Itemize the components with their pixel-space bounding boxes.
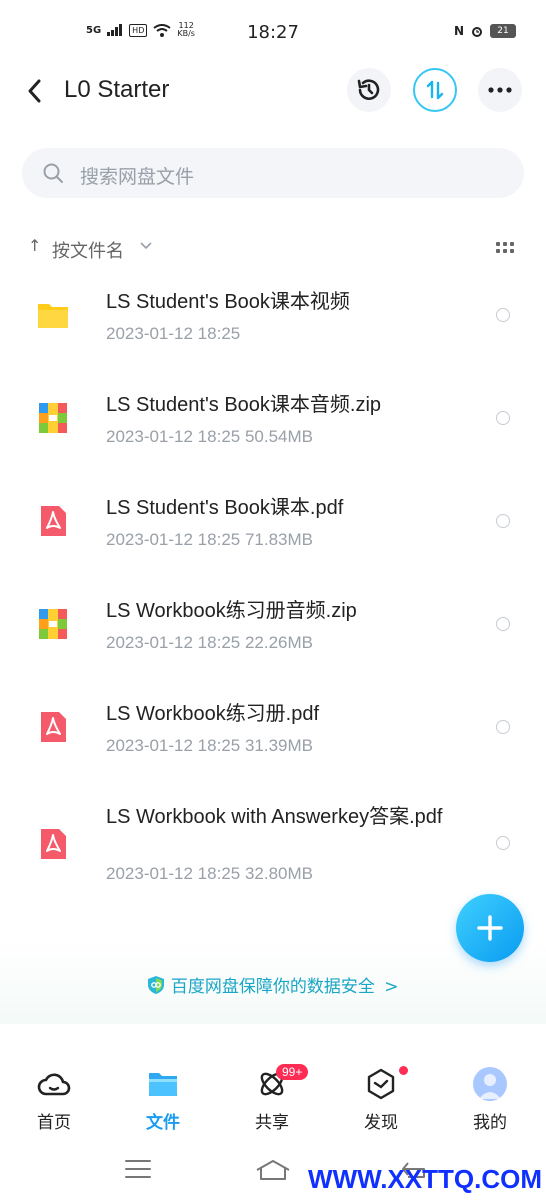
tab-label: 文件 — [146, 1113, 180, 1133]
search-placeholder: 搜索网盘文件 — [80, 166, 195, 188]
sort-bar: ↑ 按文件名 — [0, 232, 546, 264]
file-name: LS Student's Book课本音频.zip — [106, 394, 382, 416]
pdf-icon — [41, 829, 66, 859]
transfer-button[interactable] — [413, 68, 457, 112]
file-name: LS Workbook练习册音频.zip — [106, 600, 357, 622]
tab-label: 共享 — [255, 1113, 289, 1133]
file-meta: 2023-01-12 18:25 22.26MB — [106, 633, 313, 652]
zip-icon — [39, 609, 67, 639]
notification-badge: 99+ — [276, 1064, 309, 1080]
alarm-icon — [472, 27, 482, 37]
watermark: WWW.XXTTQ.COM — [308, 1164, 542, 1194]
chevron-right-icon: > — [384, 977, 399, 997]
history-button[interactable] — [347, 68, 391, 112]
header: L0 Starter — [0, 64, 546, 124]
file-row[interactable]: LS Workbook练习册音频.zip 2023-01-12 18:25 22… — [0, 579, 546, 675]
select-checkbox[interactable] — [496, 617, 510, 631]
file-meta: 2023-01-12 18:25 50.54MB — [106, 427, 313, 446]
file-row[interactable]: LS Workbook练习册.pdf 2023-01-12 18:25 31.3… — [0, 682, 546, 778]
add-button[interactable] — [456, 894, 524, 962]
tab-share[interactable]: 共享 99+ — [232, 1064, 312, 1133]
file-row[interactable]: LS Workbook with Answerkey答案.pdf 2023-01… — [0, 785, 546, 905]
tab-label: 发现 — [364, 1113, 398, 1133]
nfc-icon: N — [453, 24, 464, 38]
search-input[interactable]: 搜索网盘文件 — [22, 148, 524, 198]
transfer-icon — [426, 80, 444, 100]
tab-me[interactable]: 我的 — [450, 1066, 530, 1133]
home-icon[interactable] — [254, 1158, 292, 1182]
notification-dot — [399, 1066, 408, 1075]
tab-bar: 首页 文件 共享 99+ 发现 我的 — [0, 1044, 546, 1144]
select-checkbox[interactable] — [496, 411, 510, 425]
avatar-icon — [473, 1067, 507, 1101]
sort-arrow-icon[interactable]: ↑ — [28, 236, 41, 255]
back-button[interactable] — [20, 76, 50, 106]
file-row[interactable]: LS Student's Book课本.pdf 2023-01-12 18:25… — [0, 476, 546, 572]
file-meta: 2023-01-12 18:25 — [106, 324, 241, 343]
select-checkbox[interactable] — [496, 514, 510, 528]
history-icon — [357, 79, 380, 100]
page-title: L0 Starter — [64, 76, 170, 103]
chevron-left-icon — [28, 79, 41, 103]
security-text-wrap: 百度网盘保障你的数据安全 > — [0, 972, 546, 997]
battery-icon: 21 — [490, 24, 516, 38]
tab-discover[interactable]: 发现 — [341, 1066, 421, 1133]
status-bar: 5G HD 112 KB/s 18:27 N 21 — [0, 0, 546, 64]
file-meta: 2023-01-12 18:25 31.39MB — [106, 736, 313, 755]
file-name: LS Workbook with Answerkey答案.pdf — [106, 806, 443, 828]
zip-icon — [39, 403, 67, 433]
cube-icon — [367, 1068, 395, 1100]
more-button[interactable] — [478, 68, 522, 112]
file-row[interactable]: LS Student's Book课本视频 2023-01-12 18:25 — [0, 270, 546, 366]
tab-files[interactable]: 文件 — [123, 1066, 203, 1133]
menu-icon[interactable] — [124, 1158, 152, 1180]
sort-selector[interactable]: 按文件名 — [52, 237, 124, 263]
pdf-icon — [41, 712, 66, 742]
pdf-icon — [41, 506, 66, 536]
search-icon — [43, 163, 63, 183]
folder-icon — [38, 304, 68, 328]
select-checkbox[interactable] — [496, 836, 510, 850]
status-right: N 21 — [454, 24, 516, 38]
file-row[interactable]: LS Student's Book课本音频.zip 2023-01-12 18:… — [0, 373, 546, 469]
folder-tab-icon — [149, 1073, 177, 1096]
file-name: LS Student's Book课本.pdf — [106, 497, 344, 519]
grid-view-icon[interactable] — [496, 242, 514, 254]
file-name: LS Workbook练习册.pdf — [106, 703, 320, 725]
chevron-down-icon[interactable] — [140, 242, 152, 250]
file-meta: 2023-01-12 18:25 71.83MB — [106, 530, 313, 549]
security-text: 百度网盘保障你的数据安全 — [170, 977, 375, 997]
plus-icon — [477, 915, 503, 941]
select-checkbox[interactable] — [496, 720, 510, 734]
file-name: LS Student's Book课本视频 — [106, 291, 350, 313]
cloud-icon — [37, 1073, 71, 1096]
more-icon — [488, 87, 512, 93]
security-banner[interactable]: 百度网盘保障你的数据安全 > — [0, 940, 546, 1024]
tab-label: 首页 — [37, 1113, 71, 1133]
shield-icon — [148, 976, 165, 994]
file-meta: 2023-01-12 18:25 32.80MB — [106, 864, 313, 883]
select-checkbox[interactable] — [496, 308, 510, 322]
tab-home[interactable]: 首页 — [14, 1066, 94, 1133]
tab-label: 我的 — [473, 1113, 507, 1133]
